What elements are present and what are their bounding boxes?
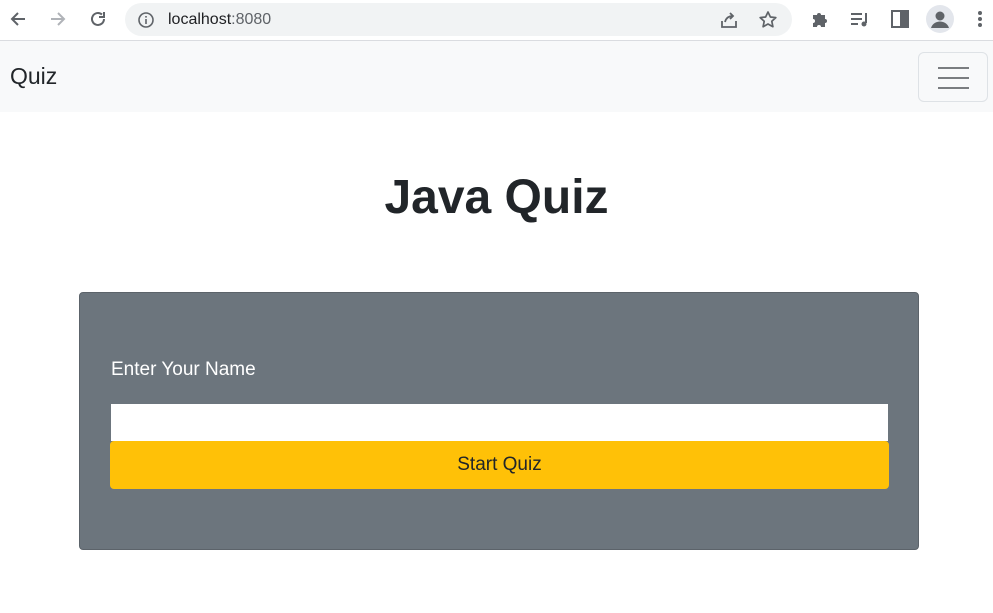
url-port: :8080 bbox=[231, 11, 272, 28]
star-icon[interactable] bbox=[757, 9, 779, 31]
url-text: localhost:8080 bbox=[168, 11, 271, 29]
side-panel-button[interactable] bbox=[888, 7, 912, 31]
address-bar[interactable]: localhost:8080 bbox=[125, 3, 792, 36]
info-icon[interactable] bbox=[137, 11, 155, 29]
back-button[interactable] bbox=[5, 6, 31, 32]
back-arrow-icon bbox=[10, 12, 25, 26]
kebab-menu-icon bbox=[978, 11, 982, 27]
profile-button[interactable] bbox=[926, 5, 954, 33]
side-panel-icon bbox=[891, 10, 909, 28]
reading-list-button[interactable] bbox=[848, 7, 872, 31]
profile-avatar-icon bbox=[931, 11, 949, 28]
name-form-card: Enter Your Name Start Quiz bbox=[79, 292, 919, 550]
app-navbar: Quiz bbox=[0, 41, 993, 112]
reload-button[interactable] bbox=[85, 6, 111, 32]
browser-toolbar: localhost:8080 bbox=[0, 0, 993, 41]
reading-list-icon bbox=[851, 13, 867, 27]
puzzle-icon bbox=[813, 13, 827, 27]
reload-icon bbox=[91, 11, 105, 26]
forward-arrow-icon bbox=[51, 12, 66, 26]
share-icon[interactable] bbox=[718, 9, 740, 31]
navbar-toggler-button[interactable] bbox=[918, 52, 988, 102]
forward-button[interactable] bbox=[45, 6, 71, 32]
page-title: Java Quiz bbox=[384, 171, 609, 224]
extensions-button[interactable] bbox=[808, 7, 832, 31]
name-input[interactable] bbox=[111, 404, 888, 441]
name-label: Enter Your Name bbox=[111, 359, 256, 380]
start-quiz-button[interactable]: Start Quiz bbox=[110, 441, 889, 489]
navbar-brand[interactable]: Quiz bbox=[10, 63, 57, 90]
url-host: localhost bbox=[168, 11, 232, 28]
browser-menu-button[interactable] bbox=[968, 7, 992, 31]
